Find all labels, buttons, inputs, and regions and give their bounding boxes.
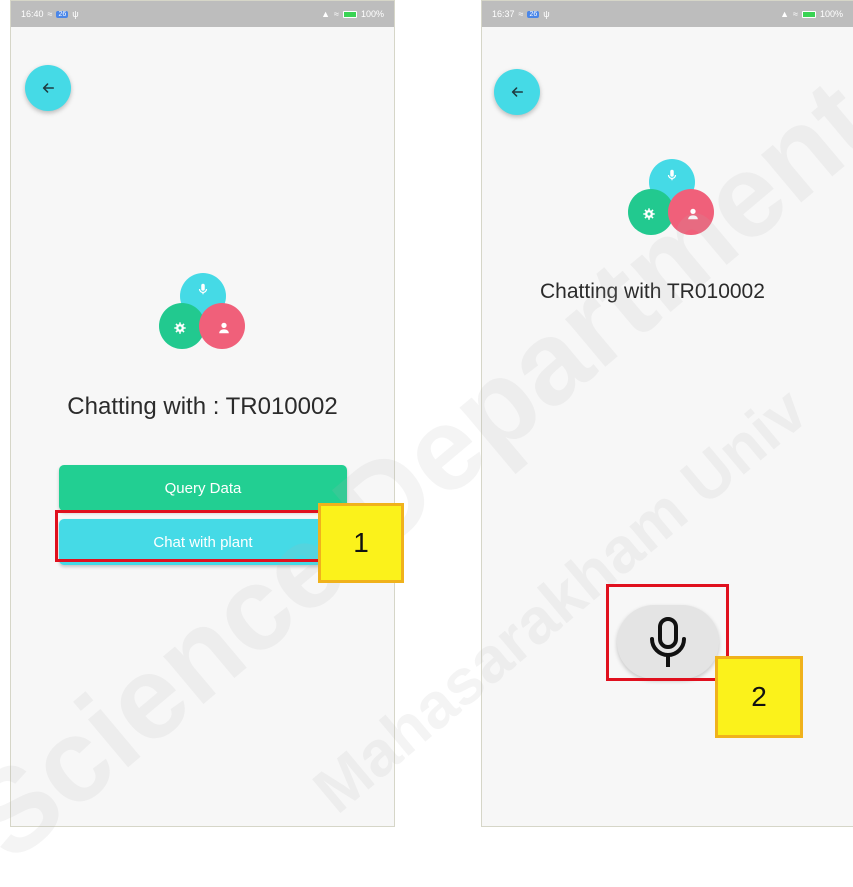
signal-icon: ▲ [780,9,790,19]
query-data-button[interactable]: Query Data [59,465,347,511]
callout-number-two: 2 [715,656,803,738]
microphone-icon [667,169,677,181]
notification-badge: 26 [56,10,69,18]
wifi-icon: ≈ [334,9,339,19]
back-button[interactable] [25,65,71,111]
person-icon [688,208,698,220]
wifi-icon: ≈ [518,9,524,19]
gear-icon [174,322,186,334]
phone-screen-query: 16:40 ≈ 26 ψ ▲ ≈ 100% Chatting with: TR… [10,0,395,827]
status-time: 16:37 [492,9,515,19]
chat-title: Chatting with TR010002 [540,280,765,303]
highlight-box-chat-button [55,510,323,562]
chat-title: Chatting with : TR010002 [67,393,338,420]
battery-level: 100% [819,9,843,19]
usb-icon: ψ [72,9,79,19]
app-logo [628,159,716,243]
back-button[interactable] [494,69,540,115]
highlight-box-mic-button [606,584,729,681]
microphone-icon [198,283,208,295]
gear-icon [643,208,655,220]
callout-number-one: 1 [318,503,404,583]
wifi-icon: ≈ [793,9,798,19]
wifi-icon: ≈ [47,9,53,19]
battery-icon [801,10,816,18]
status-bar: 16:40 ≈ 26 ψ ▲ ≈ 100% [11,1,394,27]
battery-icon [342,10,357,18]
status-time: 16:40 [21,9,44,19]
logo-user-circle [668,189,714,235]
app-logo [159,273,247,357]
usb-icon: ψ [543,9,550,19]
person-icon [219,322,229,334]
notification-badge: 26 [527,10,540,18]
logo-user-circle [199,303,245,349]
arrow-left-icon [511,87,524,97]
arrow-left-icon [42,83,55,93]
status-bar: 16:37 ≈ 26 ψ ▲ ≈ 100% [482,1,853,27]
signal-icon: ▲ [321,9,331,19]
battery-level: 100% [360,9,384,19]
